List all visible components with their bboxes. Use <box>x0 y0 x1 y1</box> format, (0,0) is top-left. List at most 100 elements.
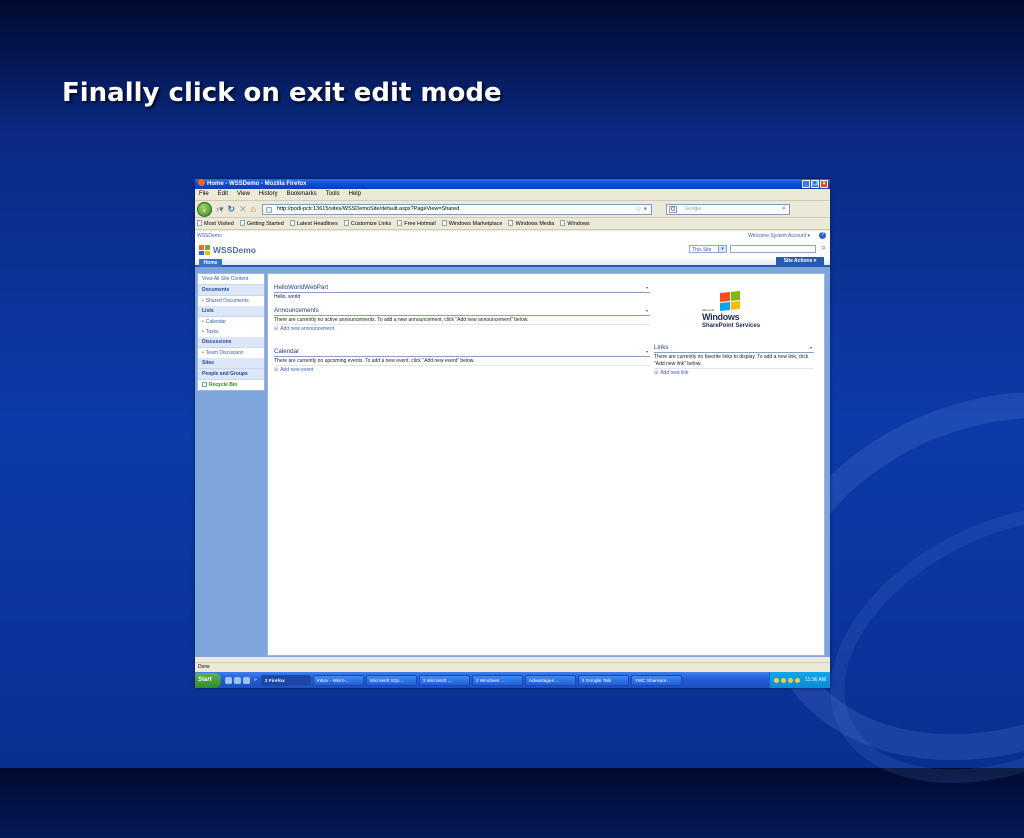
desktop-icon[interactable] <box>225 676 232 684</box>
menu-bookmarks[interactable]: Bookmarks <box>287 189 317 199</box>
quick-launch: View All Site Content Documents Shared D… <box>197 273 265 391</box>
tray-icon[interactable] <box>795 677 801 683</box>
bookmarks-toolbar: Most Visited Getting Started Latest Head… <box>195 219 830 230</box>
tray-icon[interactable] <box>788 677 794 683</box>
taskbar-button[interactable]: 2 Windows ... <box>471 674 523 686</box>
address-url: http://podi-pcti:13615/sites/WSSDemoSite… <box>277 206 460 212</box>
ql-heading-people-groups[interactable]: People and Groups <box>198 369 264 380</box>
ql-item-calendar[interactable]: Calendar <box>198 317 264 327</box>
site-name[interactable]: WSSDemo <box>213 245 256 255</box>
search-go-icon[interactable]: ⌕ <box>822 243 826 253</box>
clock: 11:36 AM <box>805 677 826 683</box>
ql-heading-sites[interactable]: Sites <box>198 358 264 369</box>
webpart-menu-icon[interactable]: ▾ <box>646 348 648 356</box>
tab-home[interactable]: Home <box>199 259 222 267</box>
webpart-title-text: Announcements <box>274 307 319 314</box>
window-titlebar: Home - WSSDemo - Mozilla Firefox _ ❐ × <box>195 179 830 189</box>
google-icon[interactable]: G <box>669 205 678 213</box>
help-icon[interactable]: ? <box>819 232 826 239</box>
menu-file[interactable]: File <box>199 189 209 199</box>
webpart-title-text: Links <box>654 344 669 351</box>
system-tray: 11:36 AM <box>769 672 830 688</box>
ql-item-shared-documents[interactable]: Shared Documents <box>198 296 264 306</box>
bookmark-icon <box>397 220 403 226</box>
back-button[interactable]: ‹ <box>197 201 212 217</box>
webpart-menu-icon[interactable]: ▾ <box>646 307 648 315</box>
bookmark-item[interactable]: Windows <box>560 219 590 229</box>
webpart-title-text: Calendar <box>274 348 300 355</box>
bookmark-icon <box>289 220 295 226</box>
ql-heading-lists[interactable]: Lists <box>198 306 264 317</box>
ql-item-team-discussion[interactable]: Team Discussion <box>198 348 264 358</box>
menu-history[interactable]: History <box>259 189 278 199</box>
ql-item-tasks[interactable]: Tasks <box>198 327 264 337</box>
search-scope-select[interactable]: This Site ▾ <box>689 245 727 253</box>
webpart-body: Hello, world <box>274 294 301 300</box>
bookmark-item[interactable]: Latest Headlines <box>289 219 338 229</box>
bookmark-item[interactable]: Free Hotmail <box>397 219 436 229</box>
quick-launch-icons <box>225 676 250 684</box>
reload-icon[interactable]: ↻ <box>228 204 236 214</box>
breadcrumb[interactable]: WSSDemo <box>197 233 222 239</box>
webpart-title-text: HelloWorldWebPart <box>274 284 329 291</box>
home-icon[interactable]: ⌂ <box>251 204 256 214</box>
bookmark-label: Free Hotmail <box>404 221 436 227</box>
forward-button[interactable]: ›▾ <box>216 204 224 214</box>
ql-heading-discussions[interactable]: Discussions <box>198 337 264 348</box>
chevron-icon[interactable]: » <box>254 677 257 683</box>
restore-button[interactable]: ❐ <box>811 180 819 188</box>
tray-icon[interactable] <box>774 677 780 683</box>
taskbar-button[interactable]: Advantages ... <box>524 674 576 686</box>
recycle-bin-label: Recycle Bin <box>209 382 238 388</box>
taskbar-button[interactable]: 2 Firefox <box>260 674 311 686</box>
welcome-menu[interactable]: Welcome System Account ▾ <box>748 233 810 239</box>
top-navigation: Home Site Actions ▾ <box>195 257 830 267</box>
firefox-quicklaunch-icon[interactable] <box>243 676 250 684</box>
webpart-menu-icon[interactable]: ▾ <box>646 284 648 292</box>
page-icon <box>266 206 273 213</box>
status-bar: Done <box>195 662 830 671</box>
menu-tools[interactable]: Tools <box>326 189 340 199</box>
site-search-input[interactable] <box>730 245 816 253</box>
menu-edit[interactable]: Edit <box>218 189 228 199</box>
bookmark-label: Most Visited <box>204 221 234 227</box>
webpart-title: HelloWorldWebPart ▾ <box>274 284 650 293</box>
bookmark-icon <box>239 220 245 226</box>
page-viewport: WSSDemo Welcome System Account ▾ ? WSSDe… <box>195 231 830 657</box>
add-new-announcement-link[interactable]: Add new announcement <box>274 325 650 334</box>
bookmark-item[interactable]: Most Visited <box>197 219 234 229</box>
webpart-calendar: Calendar ▾ There are currently no upcomin… <box>274 348 650 375</box>
search-icon[interactable]: ⌕ <box>782 205 786 213</box>
bookmark-item[interactable]: Windows Marketplace <box>441 219 502 229</box>
search-input[interactable]: G Google ⌕ <box>666 203 791 215</box>
add-new-link-link[interactable]: Add new link <box>654 369 814 378</box>
site-actions-button[interactable]: Site Actions ▾ <box>776 257 824 265</box>
taskbar-button[interactable]: 3 Microsoft ... <box>418 674 470 686</box>
bookmark-star-icon[interactable]: ☆ ▾ <box>635 205 647 213</box>
taskbar-button[interactable]: Inbox - Micro... <box>312 674 364 686</box>
search-scope-value: This Site <box>692 247 712 253</box>
taskbar-button[interactable]: Microsoft SQL... <box>365 674 417 686</box>
view-all-site-content-link[interactable]: View All Site Content <box>198 274 264 285</box>
menu-help[interactable]: Help <box>349 189 361 199</box>
ql-heading-documents[interactable]: Documents <box>198 285 264 296</box>
bookmark-item[interactable]: Getting Started <box>239 219 284 229</box>
webpart-menu-icon[interactable]: ▾ <box>810 344 812 352</box>
menu-bar: File Edit View History Bookmarks Tools H… <box>195 189 830 199</box>
minimize-button[interactable]: _ <box>802 180 810 188</box>
start-button[interactable]: Start <box>195 672 221 688</box>
ql-recycle-bin[interactable]: Recycle Bin <box>198 380 264 390</box>
bookmark-item[interactable]: Customize Links <box>343 219 391 229</box>
bookmark-item[interactable]: Windows Media <box>508 219 554 229</box>
close-button[interactable]: × <box>820 180 828 188</box>
ie-icon[interactable] <box>234 676 241 684</box>
add-new-event-link[interactable]: Add new event <box>274 366 650 375</box>
taskbar-button[interactable]: YMC Sharepoi... <box>630 674 682 686</box>
menu-view[interactable]: View <box>237 189 250 199</box>
tray-icon[interactable] <box>781 677 787 683</box>
windows-flag-icon <box>720 290 740 312</box>
navigation-toolbar: ‹ ›▾ ↻ ✕ ⌂ http://podi-pcti:13615/sites/… <box>195 200 830 218</box>
stop-icon[interactable]: ✕ <box>239 204 247 214</box>
address-bar[interactable]: http://podi-pcti:13615/sites/WSSDemoSite… <box>262 203 653 215</box>
taskbar-button[interactable]: 3 Google Talk <box>577 674 629 686</box>
